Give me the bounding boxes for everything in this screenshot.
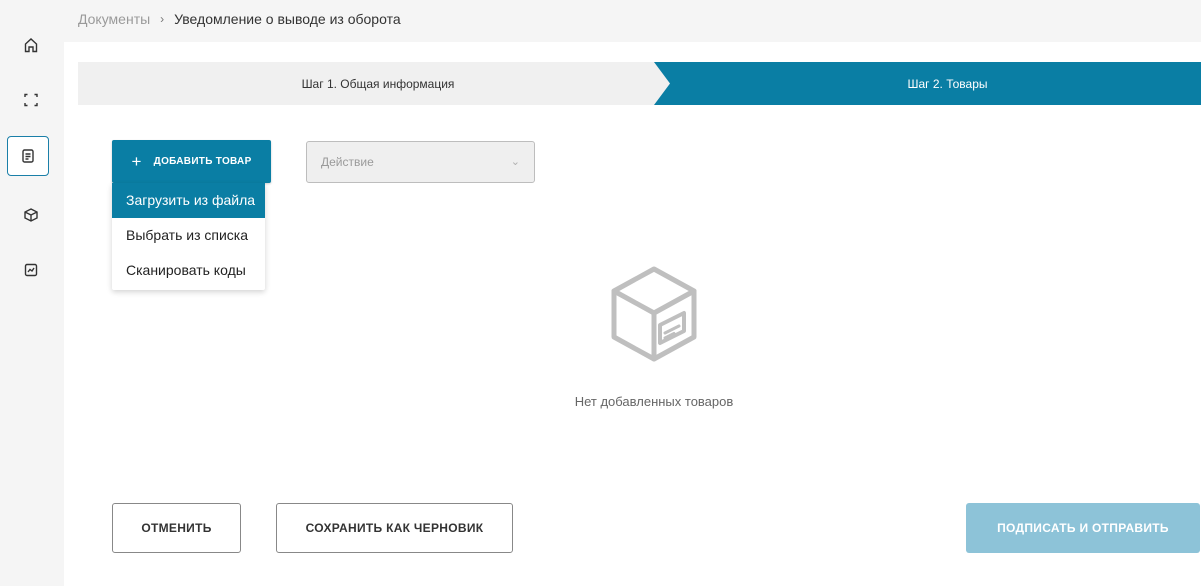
action-select-placeholder: Действие	[321, 155, 374, 169]
wizard-steps: Шаг 1. Общая информация Шаг 2. Товары	[78, 62, 1201, 105]
breadcrumb: Документы › Уведомление о выводе из обор…	[78, 11, 401, 27]
plus-icon: +	[131, 152, 142, 171]
nav-products[interactable]	[16, 200, 46, 230]
menu-item-scan-codes[interactable]: Сканировать коды	[112, 253, 265, 288]
document-icon	[22, 149, 34, 163]
menu-item-upload-file[interactable]: Загрузить из файла	[112, 183, 265, 218]
scan-icon	[24, 93, 38, 107]
nav-reports[interactable]	[16, 255, 46, 285]
empty-state-text: Нет добавленных товаров	[574, 394, 734, 409]
topbar: Документы › Уведомление о выводе из обор…	[64, 0, 1201, 42]
chart-icon	[24, 263, 38, 277]
nav-home[interactable]	[16, 30, 46, 60]
step-1-tab[interactable]: Шаг 1. Общая информация	[78, 62, 678, 105]
action-select[interactable]: Действие ⌄	[306, 141, 535, 183]
sidebar	[0, 0, 64, 586]
cancel-button[interactable]: ОТМЕНИТЬ	[112, 503, 241, 553]
add-product-button[interactable]: + ДОБАВИТЬ ТОВАР	[112, 140, 271, 183]
breadcrumb-current: Уведомление о выводе из оборота	[174, 11, 401, 27]
empty-box-icon	[611, 266, 697, 362]
home-icon	[24, 38, 38, 53]
step-1-label: Шаг 1. Общая информация	[301, 76, 455, 91]
main-content: Документы › Уведомление о выводе из обор…	[64, 0, 1201, 586]
sign-and-send-button[interactable]: ПОДПИСАТЬ И ОТПРАВИТЬ	[966, 503, 1200, 553]
box-icon	[24, 208, 38, 222]
save-draft-button[interactable]: СОХРАНИТЬ КАК ЧЕРНОВИК	[276, 503, 513, 553]
chevron-down-icon: ⌄	[510, 156, 520, 168]
nav-scan[interactable]	[16, 85, 46, 115]
breadcrumb-separator: ›	[160, 12, 165, 26]
step-2-label: Шаг 2. Товары	[907, 76, 988, 91]
add-product-label: ДОБАВИТЬ ТОВАР	[153, 156, 252, 167]
menu-item-select-from-list[interactable]: Выбрать из списка	[112, 218, 265, 253]
breadcrumb-root-link[interactable]: Документы	[78, 11, 150, 27]
nav-documents[interactable]	[7, 136, 49, 176]
add-product-menu: Загрузить из файла Выбрать из списка Ска…	[112, 183, 265, 290]
step-2-tab[interactable]: Шаг 2. Товары	[654, 62, 1201, 105]
